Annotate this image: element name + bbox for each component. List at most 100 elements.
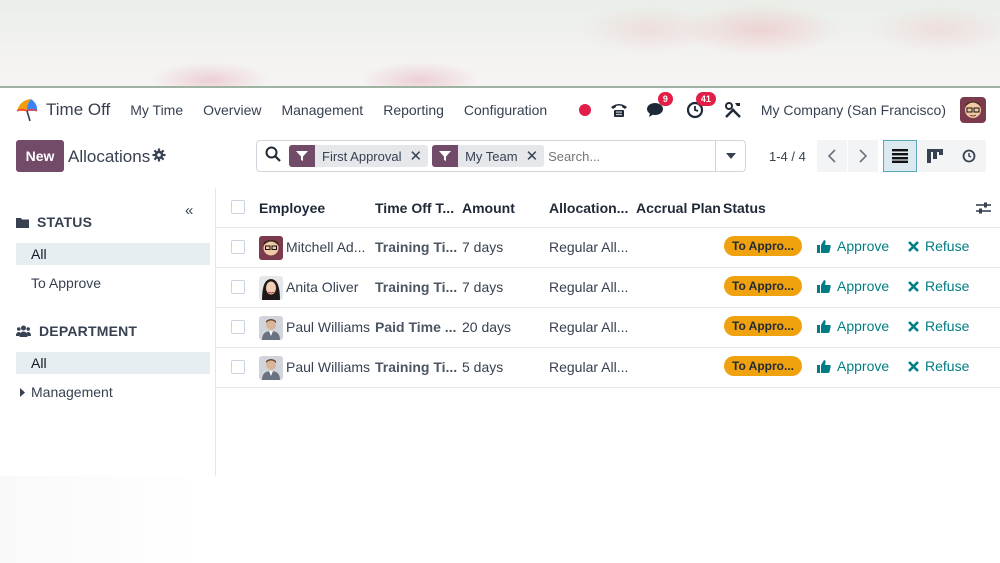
refuse-label: Refuse xyxy=(925,318,970,334)
status-badge: To Appro... xyxy=(724,236,802,256)
facet-label: My Team xyxy=(465,148,518,164)
chevron-right-icon xyxy=(859,149,867,163)
row-checkbox[interactable] xyxy=(231,360,245,374)
optional-columns-icon[interactable] xyxy=(976,201,991,220)
table-row[interactable]: Paul Williams Training Ti... 5 days Regu… xyxy=(216,348,1000,388)
page-title: Allocations xyxy=(68,147,151,166)
amount: 20 days xyxy=(462,319,512,335)
refuse-label: Refuse xyxy=(925,238,970,254)
select-all-checkbox[interactable] xyxy=(231,200,245,214)
activities-badge: 41 xyxy=(695,92,716,106)
refuse-button[interactable]: Refuse xyxy=(908,358,969,374)
search-icon[interactable] xyxy=(265,146,281,167)
activity-view-button[interactable] xyxy=(952,140,986,172)
users-icon xyxy=(16,325,31,337)
search-panel: « STATUS All To Approve DEPARTMENT All M… xyxy=(0,188,216,476)
app-brand[interactable]: Time Off xyxy=(14,97,110,123)
approve-label: Approve xyxy=(837,278,890,294)
column-allocation-type[interactable]: Allocation... xyxy=(549,200,628,216)
close-icon xyxy=(908,240,919,252)
navbar-systray: 9 41 My Company (San Francisco) xyxy=(578,88,986,132)
approve-button[interactable]: Approve xyxy=(817,358,889,374)
search-options-toggle[interactable] xyxy=(715,141,745,171)
table-header: Employee Time Off T... Amount Allocation… xyxy=(216,188,1000,228)
approve-label: Approve xyxy=(837,238,890,254)
time-off-type: Training Ti... xyxy=(375,359,458,375)
refuse-label: Refuse xyxy=(925,278,970,294)
menu-management[interactable]: Management xyxy=(281,102,363,118)
clock-icon xyxy=(962,149,976,163)
chevron-left-icon xyxy=(828,149,836,163)
kanban-icon xyxy=(927,149,943,163)
search-input[interactable] xyxy=(548,148,699,164)
status-filter-all[interactable]: All xyxy=(16,243,210,265)
column-status[interactable]: Status xyxy=(723,200,766,216)
department-heading: DEPARTMENT xyxy=(39,323,138,339)
gear-icon[interactable] xyxy=(152,148,166,167)
row-checkbox[interactable] xyxy=(231,320,245,334)
kanban-view-button[interactable] xyxy=(918,140,952,172)
allocations-table: Employee Time Off T... Amount Allocation… xyxy=(216,188,1000,388)
user-avatar[interactable] xyxy=(960,97,986,123)
menu-reporting[interactable]: Reporting xyxy=(383,102,444,118)
department-filter-all[interactable]: All xyxy=(16,352,210,374)
approve-button[interactable]: Approve xyxy=(817,318,889,334)
refuse-button[interactable]: Refuse xyxy=(908,238,969,254)
clock-icon[interactable]: 41 xyxy=(685,92,716,120)
department-section-header: DEPARTMENT xyxy=(16,323,137,339)
table-row[interactable]: Mitchell Ad... Training Ti... 7 days Reg… xyxy=(216,228,1000,268)
close-icon xyxy=(908,320,919,332)
caret-right-icon[interactable] xyxy=(16,381,31,403)
refuse-button[interactable]: Refuse xyxy=(908,318,969,334)
pager-next-button[interactable] xyxy=(848,140,878,172)
filter-icon xyxy=(432,145,459,167)
row-checkbox[interactable] xyxy=(231,280,245,294)
refuse-button[interactable]: Refuse xyxy=(908,278,969,294)
phone-icon[interactable] xyxy=(609,100,629,120)
approve-button[interactable]: Approve xyxy=(817,238,889,254)
pager-value[interactable]: 1-4 / 4 xyxy=(769,149,806,164)
thumbs-up-icon xyxy=(817,279,831,293)
refuse-label: Refuse xyxy=(925,358,970,374)
department-filter-management[interactable]: Management xyxy=(16,381,210,403)
column-time-off-type[interactable]: Time Off T... xyxy=(375,200,454,216)
approve-label: Approve xyxy=(837,358,890,374)
pager-previous-button[interactable] xyxy=(817,140,847,172)
remove-facet-icon[interactable]: ✕ xyxy=(526,147,545,165)
tools-icon[interactable] xyxy=(723,100,743,120)
chat-icon[interactable]: 9 xyxy=(646,92,673,120)
employee-avatar xyxy=(259,236,283,260)
status-filter-to-approve[interactable]: To Approve xyxy=(16,272,210,294)
allocation-type: Regular All... xyxy=(549,359,629,375)
new-button[interactable]: New xyxy=(16,140,64,172)
column-amount[interactable]: Amount xyxy=(462,200,515,216)
menu-configuration[interactable]: Configuration xyxy=(464,102,547,118)
recording-dot-icon[interactable] xyxy=(578,104,591,116)
row-checkbox[interactable] xyxy=(231,240,245,254)
status-section-header: STATUS xyxy=(16,214,92,230)
close-icon xyxy=(908,280,919,292)
column-accrual-plan[interactable]: Accrual Plan xyxy=(636,200,721,216)
employee-avatar xyxy=(259,316,283,340)
list-view-button[interactable] xyxy=(883,140,917,172)
remove-facet-icon[interactable]: ✕ xyxy=(409,147,428,165)
main-menu: My Time Overview Management Reporting Co… xyxy=(130,102,567,118)
table-row[interactable]: Anita Oliver Training Ti... 7 days Regul… xyxy=(216,268,1000,308)
menu-overview[interactable]: Overview xyxy=(203,102,261,118)
amount: 7 days xyxy=(462,239,504,255)
close-icon xyxy=(908,360,919,372)
facet-first-approval: First Approval ✕ xyxy=(289,145,429,167)
time-off-app-icon xyxy=(16,99,38,122)
collapse-panel-icon[interactable]: « xyxy=(185,202,193,219)
menu-my-time[interactable]: My Time xyxy=(130,102,183,118)
company-switcher[interactable]: My Company (San Francisco) xyxy=(761,102,946,118)
time-off-type: Paid Time ... xyxy=(375,319,457,335)
status-badge: To Appro... xyxy=(724,356,802,376)
approve-button[interactable]: Approve xyxy=(817,278,889,294)
facet-label: First Approval xyxy=(322,148,402,164)
allocation-type: Regular All... xyxy=(549,239,629,255)
employee-name: Anita Oliver xyxy=(286,279,359,295)
column-employee[interactable]: Employee xyxy=(259,200,325,216)
list-icon xyxy=(892,149,908,163)
table-row[interactable]: Paul Williams Paid Time ... 20 days Regu… xyxy=(216,308,1000,348)
